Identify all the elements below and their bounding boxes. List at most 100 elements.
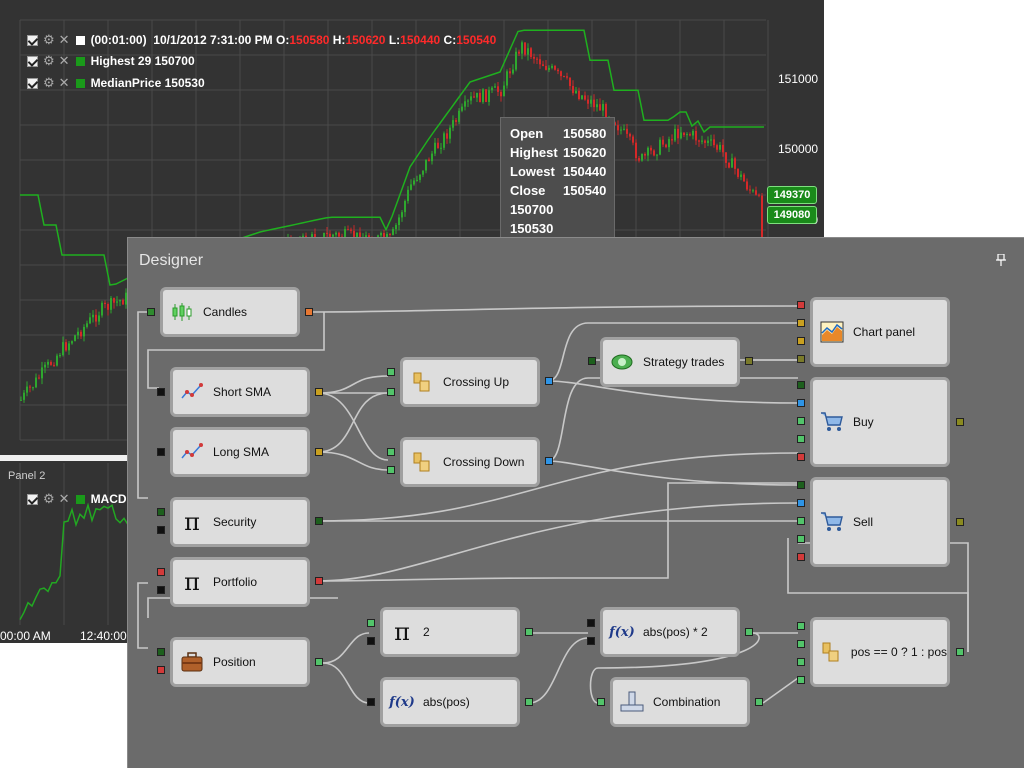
gear-icon[interactable]: ⚙ <box>43 32 55 48</box>
port-in[interactable] <box>387 368 395 376</box>
tooltip-value: 150620 <box>563 145 607 160</box>
port-out[interactable] <box>545 457 553 465</box>
port-in[interactable] <box>797 676 805 684</box>
candle <box>491 87 493 91</box>
port-in[interactable] <box>147 308 155 316</box>
port-in[interactable] <box>797 517 805 525</box>
close-icon[interactable]: ✕ <box>59 53 70 69</box>
port-in[interactable] <box>367 637 375 645</box>
pi-icon: π <box>184 508 200 536</box>
close-icon[interactable]: ✕ <box>59 75 70 91</box>
port-in[interactable] <box>387 466 395 474</box>
legend-checkbox[interactable] <box>27 34 38 46</box>
port-in[interactable] <box>797 553 805 561</box>
port-out[interactable] <box>315 448 323 456</box>
port-in[interactable] <box>797 337 805 345</box>
candle <box>485 89 487 102</box>
gear-icon[interactable]: ⚙ <box>43 53 55 69</box>
node-crossing-down[interactable]: Crossing Down <box>400 437 540 487</box>
node-long-sma[interactable]: Long SMA <box>170 427 310 477</box>
candle <box>56 355 58 366</box>
port-in[interactable] <box>797 381 805 389</box>
port-in[interactable] <box>387 448 395 456</box>
port-in[interactable] <box>157 508 165 516</box>
port-in[interactable] <box>797 417 805 425</box>
port-in[interactable] <box>797 453 805 461</box>
candle <box>641 153 643 161</box>
candle <box>656 154 658 156</box>
port-in[interactable] <box>157 388 165 396</box>
port-in[interactable] <box>797 640 805 648</box>
port-in[interactable] <box>157 526 165 534</box>
port-in[interactable] <box>597 698 605 706</box>
node-ternary[interactable]: pos == 0 ? 1 : pos <box>810 617 950 687</box>
node-crossing-up[interactable]: Crossing Up <box>400 357 540 407</box>
port-out[interactable] <box>956 418 964 426</box>
node-chart-panel[interactable]: Chart panel <box>810 297 950 367</box>
wire <box>308 305 799 313</box>
tooltip-extra: 150700 <box>510 202 554 217</box>
node-position[interactable]: Position <box>170 637 310 687</box>
port-in[interactable] <box>587 619 595 627</box>
node-buy[interactable]: Buy <box>810 377 950 467</box>
node-combination[interactable]: Combination <box>610 677 750 727</box>
port-in[interactable] <box>157 648 165 656</box>
candle <box>74 335 76 342</box>
port-in[interactable] <box>797 319 805 327</box>
port-in[interactable] <box>797 658 805 666</box>
port-out[interactable] <box>315 658 323 666</box>
port-out[interactable] <box>745 357 753 365</box>
node-strategy-trades[interactable]: Strategy trades <box>600 337 740 387</box>
port-out[interactable] <box>956 648 964 656</box>
port-in[interactable] <box>387 388 395 396</box>
port-out[interactable] <box>315 388 323 396</box>
port-out[interactable] <box>525 698 533 706</box>
port-in[interactable] <box>367 619 375 627</box>
wire <box>322 662 370 704</box>
node-abs[interactable]: f(x) abs(pos) <box>380 677 520 727</box>
port-in[interactable] <box>797 499 805 507</box>
port-in[interactable] <box>797 481 805 489</box>
node-portfolio[interactable]: π Portfolio <box>170 557 310 607</box>
port-out[interactable] <box>956 518 964 526</box>
port-in[interactable] <box>797 622 805 630</box>
port-out[interactable] <box>315 577 323 585</box>
candle <box>695 130 697 141</box>
node-sell[interactable]: Sell <box>810 477 950 567</box>
node-security[interactable]: π Security <box>170 497 310 547</box>
node-candles[interactable]: Candles <box>160 287 300 337</box>
candle <box>569 77 571 86</box>
port-in[interactable] <box>797 399 805 407</box>
legend-checkbox[interactable] <box>27 77 38 89</box>
port-in[interactable] <box>797 435 805 443</box>
gear-icon[interactable]: ⚙ <box>43 491 55 507</box>
legend-checkbox[interactable] <box>27 55 38 67</box>
port-out[interactable] <box>755 698 763 706</box>
port-in[interactable] <box>797 535 805 543</box>
port-in[interactable] <box>588 357 596 365</box>
port-in[interactable] <box>157 586 165 594</box>
gear-icon[interactable]: ⚙ <box>43 75 55 91</box>
port-in[interactable] <box>157 448 165 456</box>
node-constant[interactable]: π 2 <box>380 607 520 657</box>
close-icon[interactable]: ✕ <box>59 491 70 507</box>
port-out[interactable] <box>305 308 313 316</box>
port-out[interactable] <box>525 628 533 636</box>
port-in[interactable] <box>157 568 165 576</box>
node-short-sma[interactable]: Short SMA <box>170 367 310 417</box>
port-in[interactable] <box>797 355 805 363</box>
port-out[interactable] <box>545 377 553 385</box>
close-icon[interactable]: ✕ <box>59 32 70 48</box>
legend-macd-label: MACD <box>90 492 127 506</box>
legend-checkbox[interactable] <box>27 493 38 505</box>
port-in[interactable] <box>157 666 165 674</box>
node-abs-times[interactable]: f(x) abs(pos) * 2 <box>600 607 740 657</box>
port-in[interactable] <box>797 301 805 309</box>
port-in[interactable] <box>367 698 375 706</box>
candle <box>734 158 736 169</box>
candle <box>410 184 412 190</box>
port-in[interactable] <box>587 637 595 645</box>
port-out[interactable] <box>315 517 323 525</box>
tooltip-row: Lowest 150440 <box>510 164 606 183</box>
port-out[interactable] <box>745 628 753 636</box>
